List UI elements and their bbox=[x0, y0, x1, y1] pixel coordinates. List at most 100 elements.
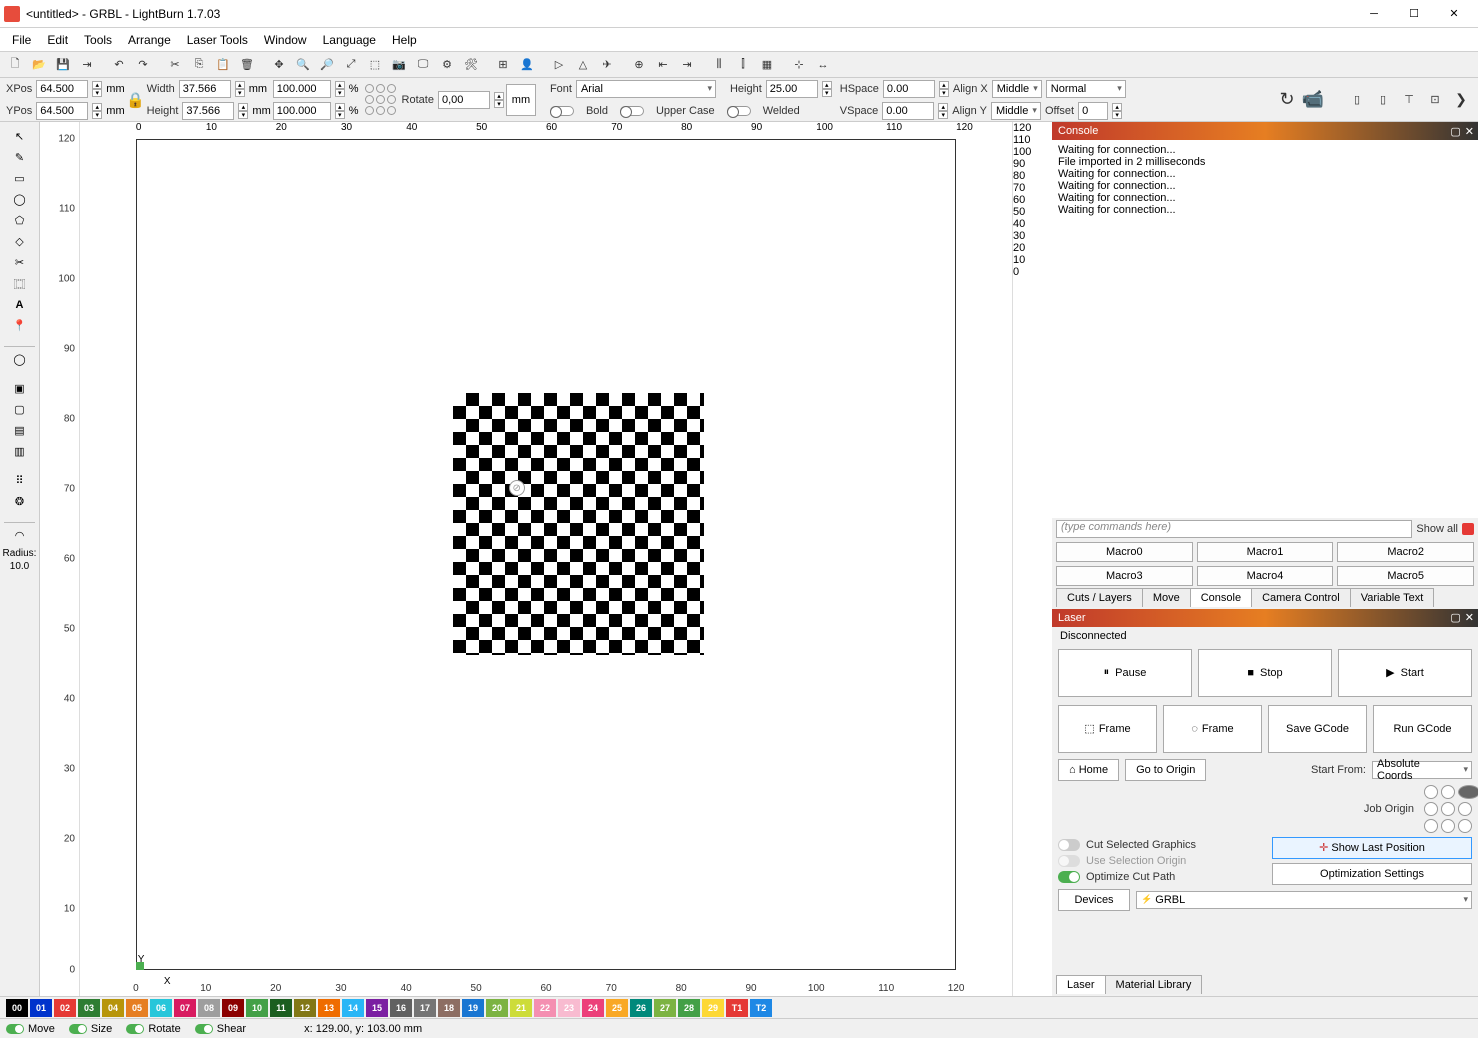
color-swatch-25[interactable]: 25 bbox=[606, 999, 628, 1017]
home-button[interactable]: ⌂ Home bbox=[1058, 759, 1119, 781]
circular-array-icon[interactable]: ❂ bbox=[8, 491, 32, 512]
macro0-button[interactable]: Macro0 bbox=[1056, 542, 1193, 562]
panel-close-icon[interactable]: ✕ bbox=[1465, 125, 1474, 138]
expand-icon[interactable]: ❯ bbox=[1450, 89, 1472, 111]
cut-icon[interactable]: ✂ bbox=[164, 54, 186, 76]
menu-laser-tools[interactable]: Laser Tools bbox=[179, 31, 256, 49]
go-origin-button[interactable]: Go to Origin bbox=[1125, 759, 1206, 781]
align-bot-icon[interactable]: ⊤ bbox=[1398, 89, 1420, 111]
menu-arrange[interactable]: Arrange bbox=[120, 31, 179, 49]
macro4-button[interactable]: Macro4 bbox=[1197, 566, 1334, 586]
align-right-icon[interactable]: ⇥ bbox=[676, 54, 698, 76]
font-height-input[interactable]: 25.00 bbox=[766, 80, 818, 98]
shear-toggle[interactable] bbox=[195, 1024, 213, 1034]
start-from-select[interactable]: Absolute Coords bbox=[1372, 761, 1472, 779]
alignx-select[interactable]: Middle bbox=[992, 80, 1042, 98]
radius-value[interactable]: 10.0 bbox=[10, 561, 29, 572]
align-mid-icon[interactable]: ▯ bbox=[1372, 89, 1394, 111]
rotate-toggle[interactable] bbox=[126, 1024, 144, 1034]
optimization-settings-button[interactable]: Optimization Settings bbox=[1272, 863, 1472, 885]
color-swatch-23[interactable]: 23 bbox=[558, 999, 580, 1017]
offset-tool-icon[interactable]: ⿴ bbox=[8, 273, 32, 294]
height-input[interactable]: 37.566 bbox=[182, 102, 234, 120]
color-swatch-21[interactable]: 21 bbox=[510, 999, 532, 1017]
show-last-position-button[interactable]: ✛ Show Last Position bbox=[1272, 837, 1472, 859]
scale-y-input[interactable]: 100.000 bbox=[273, 102, 331, 120]
color-swatch-03[interactable]: 03 bbox=[78, 999, 100, 1017]
align-left-icon[interactable]: ⇤ bbox=[652, 54, 674, 76]
console-input[interactable]: (type commands here) bbox=[1056, 520, 1412, 538]
mirror-h-icon[interactable]: ▷ bbox=[548, 54, 570, 76]
pan-icon[interactable]: ✥ bbox=[268, 54, 290, 76]
color-swatch-01[interactable]: 01 bbox=[30, 999, 52, 1017]
welded-toggle[interactable] bbox=[727, 106, 751, 116]
redo-icon[interactable]: ↷ bbox=[132, 54, 154, 76]
macro1-button[interactable]: Macro1 bbox=[1197, 542, 1334, 562]
frame-circle-button[interactable]: ◌Frame bbox=[1163, 705, 1262, 753]
align-top-icon[interactable]: ▯ bbox=[1346, 89, 1368, 111]
stop-button[interactable]: ■Stop bbox=[1198, 649, 1332, 697]
color-swatch-T2[interactable]: T2 bbox=[750, 999, 772, 1017]
cam-icon[interactable]: 📹 bbox=[1302, 89, 1324, 111]
settings-icon[interactable]: ⚙ bbox=[436, 54, 458, 76]
align-center-icon[interactable]: ⊕ bbox=[628, 54, 650, 76]
bezier-tool-icon[interactable]: ◇ bbox=[8, 231, 32, 252]
color-swatch-17[interactable]: 17 bbox=[414, 999, 436, 1017]
use-selection-toggle[interactable] bbox=[1058, 855, 1080, 867]
xpos-input[interactable]: 64.500 bbox=[36, 80, 88, 98]
copy-icon[interactable]: ⎘ bbox=[188, 54, 210, 76]
preview-icon[interactable]: 🖵 bbox=[412, 54, 434, 76]
menu-window[interactable]: Window bbox=[256, 31, 315, 49]
offset-input[interactable]: 0 bbox=[1078, 102, 1108, 120]
pause-button[interactable]: ⏸Pause bbox=[1058, 649, 1192, 697]
group-icon[interactable]: ⊞ bbox=[492, 54, 514, 76]
canvas-surface[interactable]: ⊘ Y X 0 10 20 30 40 50 60 70 80 90 100 1… bbox=[80, 122, 1012, 996]
macro5-button[interactable]: Macro5 bbox=[1337, 566, 1474, 586]
rect-tool-icon[interactable]: ▭ bbox=[8, 168, 32, 189]
color-swatch-18[interactable]: 18 bbox=[438, 999, 460, 1017]
boolean-subtract-icon[interactable]: ▢ bbox=[8, 399, 32, 420]
canvas[interactable]: 120 110 100 90 80 70 60 50 40 30 20 10 0… bbox=[40, 122, 1052, 996]
polygon-tool-icon[interactable]: ⬠ bbox=[8, 210, 32, 231]
color-swatch-13[interactable]: 13 bbox=[318, 999, 340, 1017]
rotate-input[interactable]: 0,00 bbox=[438, 91, 490, 109]
tab-camera[interactable]: Camera Control bbox=[1251, 588, 1351, 607]
select-tool-icon[interactable]: ↖ bbox=[8, 126, 32, 147]
font-select[interactable]: Arial bbox=[576, 80, 716, 98]
menu-help[interactable]: Help bbox=[384, 31, 425, 49]
tab-laser[interactable]: Laser bbox=[1056, 975, 1106, 994]
draw-line-icon[interactable]: ✎ bbox=[8, 147, 32, 168]
delete-icon[interactable]: 🗑 bbox=[236, 54, 258, 76]
bold-toggle[interactable] bbox=[550, 106, 574, 116]
import-icon[interactable]: ⇥ bbox=[76, 54, 98, 76]
color-swatch-T1[interactable]: T1 bbox=[726, 999, 748, 1017]
camera-icon[interactable]: 📷 bbox=[388, 54, 410, 76]
size-toggle[interactable] bbox=[69, 1024, 87, 1034]
color-swatch-28[interactable]: 28 bbox=[678, 999, 700, 1017]
color-swatch-09[interactable]: 09 bbox=[222, 999, 244, 1017]
zoom-fit-icon[interactable]: ⤢ bbox=[340, 54, 362, 76]
ypos-input[interactable]: 64.500 bbox=[36, 102, 88, 120]
frame-button[interactable]: ⬚Frame bbox=[1058, 705, 1157, 753]
device-select[interactable]: ⚡ GRBL bbox=[1136, 891, 1472, 909]
color-swatch-15[interactable]: 15 bbox=[366, 999, 388, 1017]
ellipse-tool-icon[interactable]: ◯ bbox=[8, 189, 32, 210]
zoom-in-icon[interactable]: 🔍 bbox=[292, 54, 314, 76]
scale-x-input[interactable]: 100.000 bbox=[273, 80, 331, 98]
paste-icon[interactable]: 📋 bbox=[212, 54, 234, 76]
color-swatch-20[interactable]: 20 bbox=[486, 999, 508, 1017]
mirror-v-icon[interactable]: △ bbox=[572, 54, 594, 76]
aligny-select[interactable]: Middle bbox=[991, 102, 1041, 120]
width-input[interactable]: 37.566 bbox=[179, 80, 231, 98]
color-swatch-27[interactable]: 27 bbox=[654, 999, 676, 1017]
menu-edit[interactable]: Edit bbox=[39, 31, 76, 49]
position-tool-icon[interactable]: 📍 bbox=[8, 315, 32, 336]
laser-pin-icon[interactable]: ▢ bbox=[1450, 611, 1460, 624]
close-button[interactable]: ✕ bbox=[1434, 1, 1474, 27]
optimize-toggle[interactable] bbox=[1058, 871, 1080, 883]
imported-image[interactable] bbox=[453, 393, 705, 655]
distribute-v-icon[interactable]: ⫿ bbox=[732, 54, 754, 76]
tab-material[interactable]: Material Library bbox=[1105, 975, 1203, 994]
tab-cuts[interactable]: Cuts / Layers bbox=[1056, 588, 1143, 607]
send-icon[interactable]: ✈ bbox=[596, 54, 618, 76]
